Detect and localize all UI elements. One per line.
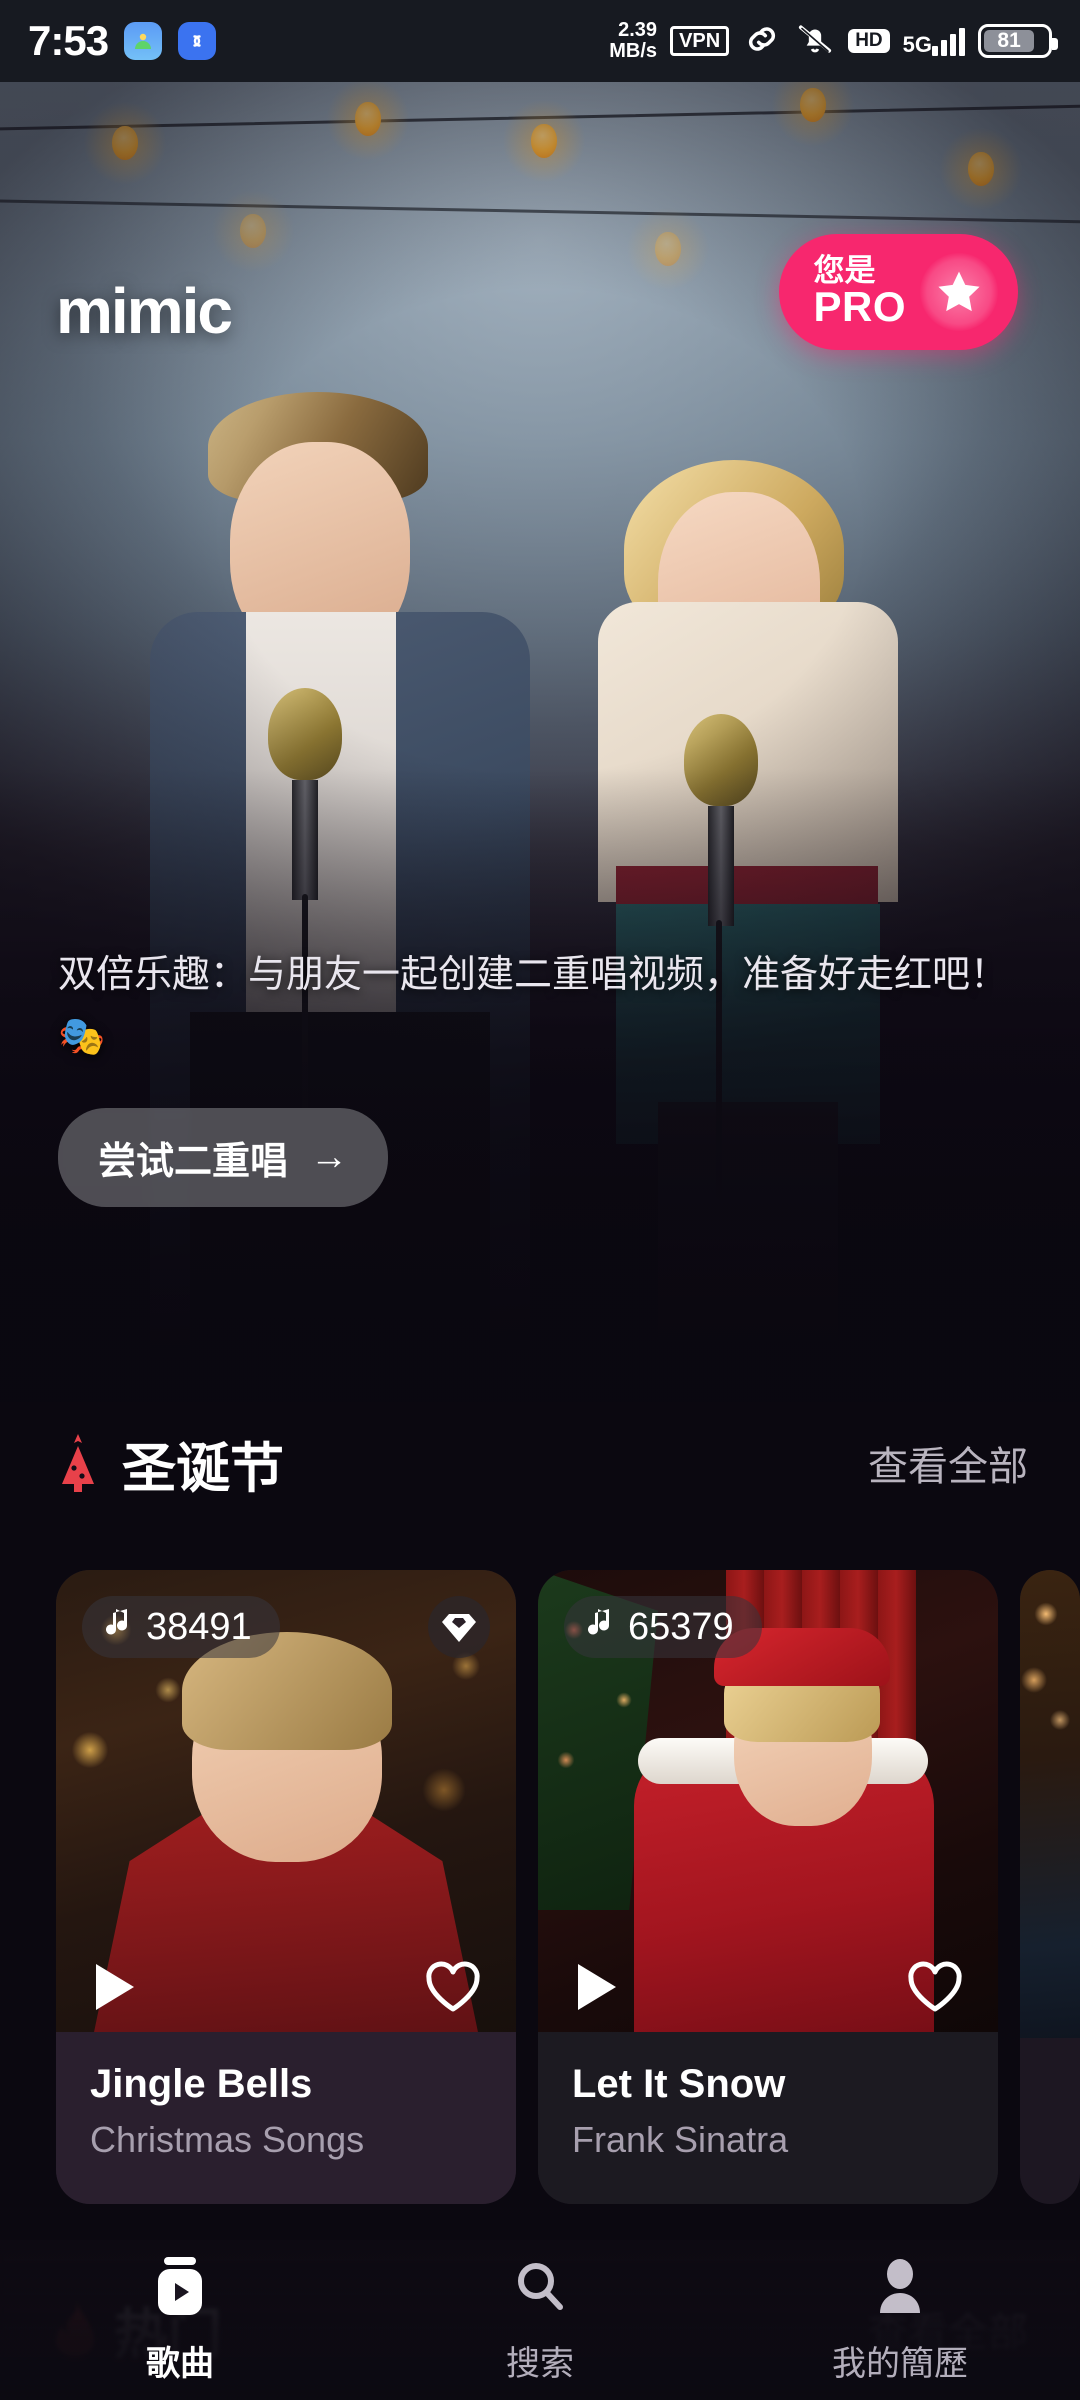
music-note-icon	[588, 1606, 614, 1649]
network-speed-value: 2.39	[618, 19, 658, 41]
try-duet-label: 尝试二重唱	[98, 1141, 289, 1183]
search-icon	[511, 2255, 569, 2322]
link-icon	[742, 19, 782, 64]
song-card-actions	[538, 1960, 998, 2019]
christmas-tree-icon	[52, 1432, 104, 1494]
section-header-christmas: 圣诞节 查看全部	[0, 1408, 1080, 1518]
song-card-thumbnail	[1020, 1570, 1080, 2038]
hd-badge: HD	[848, 29, 890, 53]
hero-banner[interactable]: mimic 您是 PRO 双倍乐趣：与朋友一起创建二重唱视频，准备好走红吧！🎭 …	[0, 82, 1080, 1402]
network-speed-indicator: 2.39 MB/s	[609, 20, 657, 62]
diamond-icon[interactable]	[428, 1596, 490, 1658]
bottom-navigation-bar: 歌曲 搜索 我的簡歷	[0, 2240, 1080, 2400]
nav-label-profile: 我的簡歷	[832, 2345, 968, 2383]
play-icon[interactable]	[572, 1961, 620, 2018]
status-bar: 7:53 2.39 MB/s VPN HD 5G 81	[0, 0, 1080, 82]
music-note-icon	[106, 1606, 132, 1649]
network-speed-unit: MB/s	[609, 40, 658, 62]
nav-item-search[interactable]: 搜索	[360, 2255, 720, 2385]
network-type-label: 5G	[902, 32, 932, 57]
play-count-badge: 65379	[564, 1596, 762, 1658]
song-card-meta: Let It Snow Frank Sinatra	[538, 2032, 998, 2204]
song-card-actions	[56, 1960, 516, 2019]
heart-outline-icon[interactable]	[906, 1960, 964, 2019]
battery-percent-label: 81	[997, 29, 1021, 52]
status-bar-clock: 7:53	[28, 17, 109, 64]
android-settings-icon	[124, 22, 163, 60]
song-card-top-row: 38491	[56, 1596, 516, 1658]
song-card-top-row: 65379	[538, 1596, 998, 1658]
battery-fill: 81	[984, 29, 1035, 52]
vpn-badge: VPN	[670, 26, 730, 56]
pro-badge-text: 您是 PRO	[813, 255, 906, 329]
app-logo: mimic	[56, 275, 233, 347]
song-card-meta: Jingle Bells Christmas Songs	[56, 2032, 516, 2204]
nav-item-profile[interactable]: 我的簡歷	[720, 2255, 1080, 2385]
song-title: Jingle Bells	[90, 2062, 313, 2106]
status-bar-right: 2.39 MB/s VPN HD 5G 81	[609, 19, 1058, 64]
arrow-right-icon: →	[310, 1136, 349, 1178]
pro-badge-line2: PRO	[813, 283, 906, 331]
song-card[interactable]	[1020, 1570, 1080, 2204]
see-all-link[interactable]: 查看全部	[868, 1434, 1028, 1492]
play-count-value: 65379	[628, 1605, 734, 1648]
nav-label-songs: 歌曲	[146, 2345, 214, 2383]
try-duet-button[interactable]: 尝试二重唱 →	[58, 1108, 389, 1207]
bell-muted-icon	[795, 19, 835, 64]
heart-outline-icon[interactable]	[424, 1960, 482, 2019]
song-card-carousel[interactable]: 38491 Jingle Bells Christmas Songs 65379…	[0, 1570, 1080, 2210]
signal-strength-bars	[932, 26, 965, 56]
play-count-badge: 38491	[82, 1596, 280, 1658]
play-icon[interactable]	[90, 1961, 138, 2018]
video-play-icon	[151, 2255, 209, 2322]
song-artist: Christmas Songs	[90, 2119, 365, 2160]
nav-item-songs[interactable]: 歌曲	[0, 2255, 360, 2385]
star-icon	[920, 253, 998, 331]
song-card[interactable]: 38491 Jingle Bells Christmas Songs	[56, 1570, 516, 2204]
app-screen: 7:53 2.39 MB/s VPN HD 5G 81 mimic 您是 PRO…	[0, 0, 1080, 2400]
song-artist: Frank Sinatra	[572, 2119, 789, 2160]
hero-promo-text: 双倍乐趣：与朋友一起创建二重唱视频，准备好走红吧！🎭	[58, 954, 1009, 1058]
play-count-value: 38491	[146, 1605, 252, 1648]
nav-label-search: 搜索	[506, 2345, 574, 2383]
status-bar-left: 7:53	[28, 17, 217, 65]
signal-bars-icon: 5G	[903, 26, 965, 56]
pro-badge-line1: 您是	[813, 252, 876, 288]
song-title: Let It Snow	[572, 2062, 786, 2106]
battery-icon: 81	[978, 24, 1058, 58]
link-app-icon	[178, 22, 217, 60]
person-icon	[871, 2255, 929, 2322]
song-card[interactable]: 65379 Let It Snow Frank Sinatra	[538, 1570, 998, 2204]
pro-status-badge[interactable]: 您是 PRO	[779, 234, 1018, 350]
section-title: 圣诞节	[122, 1438, 284, 1499]
